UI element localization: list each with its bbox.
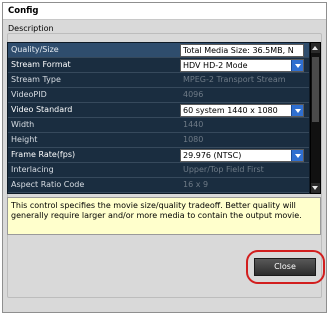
- title-bar: Config: [3, 3, 326, 20]
- property-value-select[interactable]: 60 system 1440 x 1080: [180, 104, 304, 117]
- scroll-down-arrow-icon[interactable]: [311, 183, 320, 193]
- dropdown-arrow-icon[interactable]: [291, 60, 303, 71]
- property-name: Frame Rate(fps): [11, 150, 76, 159]
- property-name: Stream Format: [11, 60, 71, 69]
- property-row[interactable]: Aspect Ratio Code 16 x 9: [8, 178, 309, 193]
- property-value: 1080: [183, 135, 204, 144]
- property-value: Total Media Size: 36.5MB, Nu...: 1: [183, 46, 293, 55]
- property-value-select[interactable]: HDV HD-2 Mode: [180, 59, 304, 72]
- property-value-readonly: MPEG-2 Transport Stream: [180, 74, 304, 87]
- property-value: 29.976 (NTSC): [183, 151, 242, 160]
- window-title: Config: [8, 6, 39, 16]
- property-value: 4096: [183, 90, 204, 99]
- property-value-field[interactable]: Total Media Size: 36.5MB, Nu...: 1: [180, 44, 304, 57]
- scroll-up-arrow-icon[interactable]: [311, 43, 320, 53]
- property-value-readonly: 4096: [180, 89, 304, 102]
- property-row[interactable]: Height 1080: [8, 133, 309, 148]
- property-value: Upper/Top Field First: [183, 165, 264, 174]
- property-name: Interlacing: [11, 165, 54, 174]
- property-row[interactable]: Quality/Size Total Media Size: 36.5MB, Nu…: [8, 43, 309, 58]
- dropdown-arrow-icon[interactable]: [291, 105, 303, 116]
- property-description: This control specifies the movie size/qu…: [7, 197, 321, 235]
- property-value: 60 system 1440 x 1080: [183, 106, 278, 115]
- property-value-readonly: 16 x 9: [180, 179, 304, 192]
- property-value: HDV HD-2 Mode: [183, 61, 248, 70]
- property-value-readonly: 1080: [180, 134, 304, 147]
- property-value-readonly: Upper/Top Field First: [180, 164, 304, 177]
- property-name: VideoPID: [11, 90, 47, 99]
- close-button-highlight-ring: [246, 250, 325, 284]
- property-name: Quality/Size: [11, 45, 59, 54]
- property-value: MPEG-2 Transport Stream: [183, 75, 286, 84]
- property-name: Width: [11, 120, 35, 129]
- property-value-readonly: 1440: [180, 119, 304, 132]
- property-grid-scrollbar[interactable]: [310, 42, 321, 194]
- property-name: Height: [11, 135, 38, 144]
- property-grid: Quality/Size Total Media Size: 36.5MB, Nu…: [7, 42, 310, 194]
- property-row[interactable]: Stream Type MPEG-2 Transport Stream: [8, 73, 309, 88]
- property-row[interactable]: Stream Format HDV HD-2 Mode: [8, 58, 309, 73]
- property-value: 1440: [183, 120, 204, 129]
- property-name: Aspect Ratio Code: [11, 180, 85, 189]
- property-row[interactable]: Frame Rate(fps) 29.976 (NTSC): [8, 148, 309, 163]
- property-value: 16 x 9: [183, 180, 209, 189]
- scroll-thumb[interactable]: [312, 57, 319, 122]
- dropdown-arrow-icon[interactable]: [291, 150, 303, 161]
- property-row[interactable]: Video Standard 60 system 1440 x 1080: [8, 103, 309, 118]
- property-row[interactable]: Width 1440: [8, 118, 309, 133]
- property-name: Stream Type: [11, 75, 61, 84]
- description-group-label: Description: [8, 24, 54, 33]
- property-row[interactable]: Interlacing Upper/Top Field First: [8, 163, 309, 178]
- property-name: Video Standard: [11, 105, 73, 114]
- property-row[interactable]: VideoPID 4096: [8, 88, 309, 103]
- property-value-select[interactable]: 29.976 (NTSC): [180, 149, 304, 162]
